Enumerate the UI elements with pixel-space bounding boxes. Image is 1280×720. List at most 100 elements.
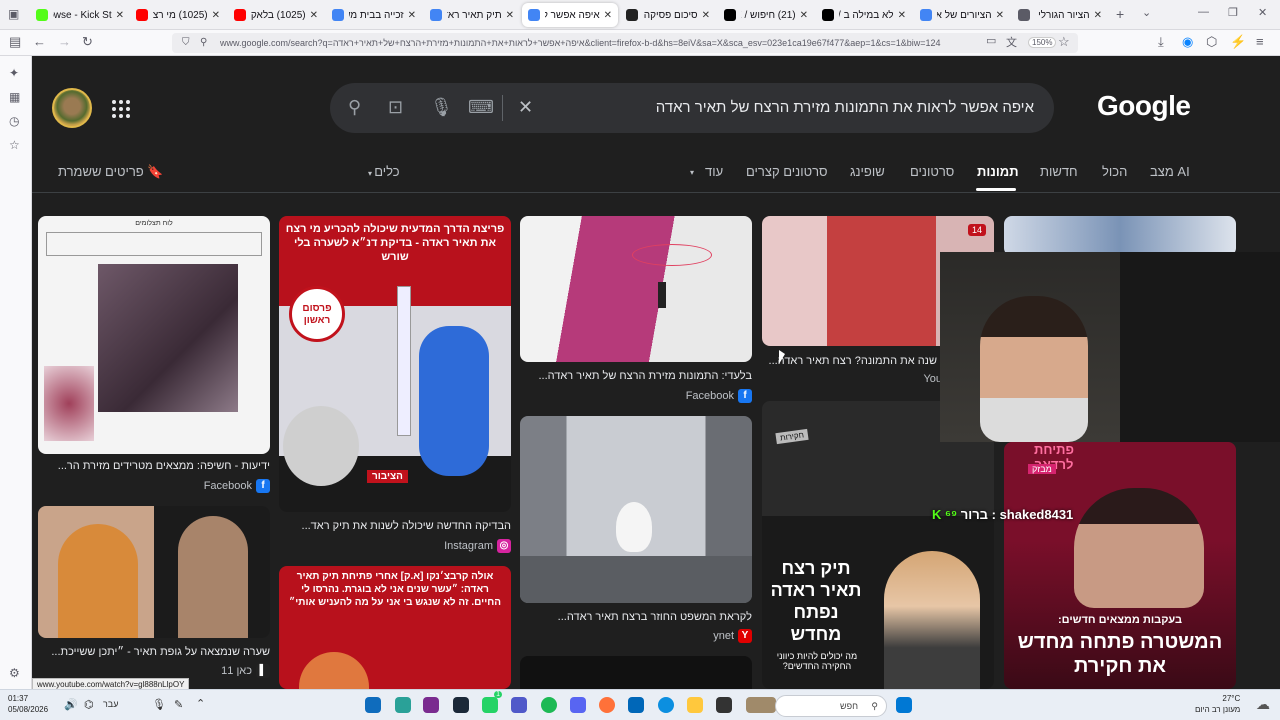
tab-images[interactable]: תמונות [977,164,1019,179]
search-query-input[interactable]: איפה אפשר לראות את התמונות מזירת הרצח של… [656,99,1034,116]
result-thumbnail[interactable]: פריצת הדרך המדעית שיכולה להכריע מי רצח א… [279,216,511,512]
close-tab-icon[interactable]: ✕ [702,10,710,21]
app-icon[interactable] [423,697,439,713]
result-caption[interactable]: שנה את התמונה? רצח תאיר ראדה... [762,355,937,367]
teams-icon[interactable] [511,697,527,713]
result-thumbnail[interactable]: פתיחת לרדאר מבזק בעקבות ממצאים חדשים: המ… [1004,442,1236,689]
network-icon[interactable]: ⌬ [84,698,94,711]
downloads-icon[interactable]: ⤓ [1158,34,1164,50]
chevron-down-icon[interactable]: ⌄ [1142,6,1151,19]
result-caption[interactable]: שערה שנמצאה על גופת תאיר - ״יתכן ששייכת.… [38,646,270,658]
zoom-level[interactable]: 150% [1028,37,1057,48]
app-icon[interactable] [746,697,776,713]
microphone-icon[interactable]: 🎙 [430,97,453,118]
forward-icon[interactable]: → [58,34,71,49]
new-tab-icon[interactable]: + [1116,6,1124,22]
result-caption[interactable]: הבדיקה החדשה שיכולה לשנות את תיק ראד... [279,520,511,532]
tray-chevron-icon[interactable]: ⌃ [196,697,205,710]
result-thumbnail[interactable]: אולה קרבצ׳נקו [א.ק] אחרי פתיחת תיק תאיר … [279,566,511,689]
result-caption[interactable]: בלעדי: התמונות מזירת הרצח של תאיר ראדה..… [520,370,752,382]
whatsapp-icon[interactable]: 1 [482,691,502,713]
browser-tab-5[interactable]: תיק תאיר ראדה ✕ [424,3,520,27]
google-apps-icon[interactable] [112,100,130,118]
close-tab-icon[interactable]: ✕ [604,10,612,21]
close-tab-icon[interactable]: ✕ [1094,10,1102,21]
clock[interactable]: 01:37 05/08/2026 [8,693,48,715]
bookmark-star-icon[interactable]: ☆ [1058,34,1070,50]
extensions-icon[interactable]: ⬡ [1206,34,1217,50]
result-thumbnail[interactable]: חקירות תיק רצח תאיר ראדה נפתח מחדש מה יכ… [762,401,994,689]
tab-all[interactable]: הכול [1102,164,1127,179]
result-caption[interactable]: ידיעות - חשיפה: ממצאים מטרידים מזירת הר.… [38,460,270,472]
taskbar-search[interactable]: חפש ⚲ [775,695,887,717]
account-avatar[interactable] [52,88,92,128]
menu-icon[interactable]: ≡ [1256,34,1264,49]
steam-icon[interactable] [453,697,469,713]
discord-icon[interactable] [570,697,586,713]
browser-tab-1[interactable]: Browse - Kick St ✕ [30,3,130,27]
pen-icon[interactable]: ✎ [174,698,183,711]
result-caption[interactable]: לקראת המשפט החוזר ברצח תאיר ראדה... [520,611,752,623]
close-tab-icon[interactable]: ✕ [506,10,514,21]
browser-tab-9[interactable]: לא במילה ב / X ✕ [816,3,912,27]
close-tab-icon[interactable]: ✕ [212,10,220,21]
result-source[interactable]: You [762,373,942,385]
tab-more[interactable]: עוד [705,164,723,179]
start-icon[interactable] [896,697,912,713]
history-icon[interactable]: ◷ [9,114,19,128]
close-tab-icon[interactable]: ✕ [408,10,416,21]
spotify-icon[interactable] [541,697,557,713]
synced-tabs-icon[interactable]: ▦ [9,90,20,104]
extension-icon[interactable]: ⚡ [1230,34,1246,50]
tab-short-videos[interactable]: סרטונים קצרים [746,164,828,179]
browser-tab-10[interactable]: הציורים של א ק ✕ [914,3,1010,27]
sidebar-toggle-icon[interactable]: ▤ [9,34,21,50]
file-explorer-icon[interactable] [687,697,703,713]
close-tab-icon[interactable]: ✕ [996,10,1004,21]
tab-ai-mode[interactable]: מצב AI [1150,164,1190,179]
close-window-icon[interactable]: ✕ [1258,6,1267,19]
result-thumbnail[interactable]: לוח תצלומים [38,216,270,454]
app-icon[interactable] [716,697,732,713]
result-source[interactable]: Facebook f [38,479,270,493]
url-bar[interactable]: ⛉ ⚲ www.google.com/search?q=איפה+אפשר+לר… [172,33,1078,53]
language-indicator[interactable]: עבר [103,699,118,709]
result-thumbnail[interactable] [520,216,752,362]
tab-news[interactable]: חדשות [1040,164,1078,179]
browser-tab-2[interactable]: (1025) מי רצח א ✕ [130,3,226,27]
firefox-icon[interactable] [599,697,615,713]
minimize-icon[interactable]: — [1198,6,1209,18]
result-thumbnail[interactable] [1004,216,1236,256]
customize-sidebar-icon[interactable]: ⚙ [9,666,20,680]
search-icon[interactable]: ⚲ [348,97,361,118]
ai-chatbot-icon[interactable]: ✦ [9,66,19,80]
result-source[interactable]: כאן 11 ▌ [38,664,270,678]
browser-tab-7[interactable]: סיכום פסיקה בנ ✕ [620,3,716,27]
account-icon[interactable]: ◉ [1182,34,1193,50]
back-icon[interactable]: ← [33,34,46,49]
search-bar[interactable]: ⚲ ⊡ 🎙 ⌨ ✕ איפה אפשר לראות את התמונות מזי… [330,83,1054,133]
browser-tab-active[interactable]: איפה אפשר לר ✕ [522,3,618,27]
app-icon[interactable] [395,697,411,713]
store-icon[interactable] [628,697,644,713]
keyboard-icon[interactable]: ⌨ [468,97,494,118]
close-tab-icon[interactable]: ✕ [800,10,808,21]
result-thumbnail[interactable] [520,416,752,603]
close-tab-icon[interactable]: ✕ [116,10,124,21]
browser-tab-8[interactable]: (21) חיפוש / X ✕ [718,3,814,27]
reader-view-icon[interactable]: ▭ [986,34,996,47]
permissions-icon[interactable]: ⚲ [200,33,207,53]
result-source[interactable]: Instagram ◎ [279,539,511,553]
browser-tab-3[interactable]: (1025) בלאקביר ✕ [228,3,324,27]
result-source[interactable]: ynet Y [520,629,752,643]
browser-tab-11[interactable]: הציור הגורלי של ✕ [1012,3,1108,27]
word-app-icon[interactable] [365,697,381,713]
weather-widget[interactable]: 27°C מעונן רב היום [1195,693,1240,715]
microphone-tray-icon[interactable]: 🎙 [152,698,166,711]
saved-items-link[interactable]: פריטים ששמרת 🔖 [58,164,164,180]
edge-icon[interactable] [658,697,674,713]
result-thumbnail[interactable] [520,656,752,689]
result-source[interactable]: Facebook f [520,389,752,403]
lens-icon[interactable]: ⊡ [388,97,403,118]
close-tab-icon[interactable]: ✕ [310,10,318,21]
